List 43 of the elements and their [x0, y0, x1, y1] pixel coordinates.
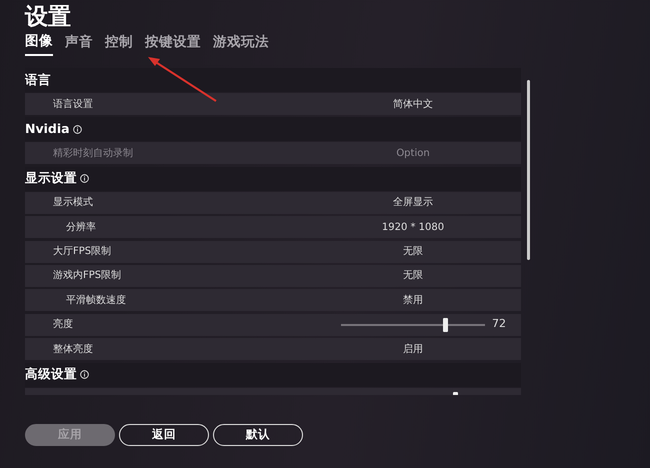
settings-row[interactable]: 平滑帧数速度 禁用 — [25, 289, 521, 312]
info-icon[interactable] — [72, 124, 82, 134]
tab[interactable]: 按键设置 — [145, 32, 201, 56]
info-icon[interactable] — [80, 174, 89, 184]
section-heading: 显示设置 — [25, 169, 77, 188]
page-title: 设置 — [25, 3, 72, 32]
scrollbar-thumb[interactable] — [527, 80, 530, 260]
setting-value[interactable]: 禁用 — [403, 294, 423, 306]
setting-value[interactable]: 无限 — [403, 246, 423, 258]
setting-label: 显示模式 — [53, 197, 93, 208]
dialog-button[interactable]: 默认 — [213, 424, 303, 446]
setting-label: 精彩时刻自动录制 — [53, 148, 133, 159]
slider-thumb[interactable] — [442, 318, 448, 332]
tab[interactable]: 游戏玩法 — [213, 32, 269, 56]
section-heading: Nvidia — [25, 120, 70, 138]
settings-row[interactable]: 亮度 72 — [25, 314, 521, 336]
tab[interactable]: 控制 — [105, 32, 133, 56]
tab[interactable]: 声音 — [65, 32, 93, 56]
setting-value[interactable]: 全屏显示 — [393, 197, 433, 208]
annotation-arrow — [148, 57, 217, 102]
setting-label: 语言设置 — [53, 98, 93, 110]
setting-label: 平滑帧数速度 — [66, 294, 126, 306]
settings-row[interactable]: 整体亮度 启用 — [25, 338, 521, 360]
settings-row[interactable]: 语言设置 简体中文 — [25, 93, 521, 115]
setting-value[interactable]: 无限 — [403, 270, 423, 282]
setting-label: 大厅FPS限制 — [53, 246, 112, 258]
settings-row[interactable]: 显示模式 全屏显示 — [25, 192, 521, 214]
settings-row[interactable]: 大厅FPS限制 无限 — [25, 240, 521, 263]
setting-label: 整体亮度 — [53, 344, 93, 355]
dialog-button[interactable]: 返回 — [119, 424, 209, 446]
setting-label: 亮度 — [53, 319, 73, 330]
setting-value[interactable]: 1920 * 1080 — [382, 222, 444, 233]
slider-reading: 72 — [492, 316, 506, 332]
settings-row[interactable]: 游戏内FPS限制 无限 — [25, 264, 521, 287]
tab[interactable]: 图像 — [25, 32, 53, 56]
settings-row[interactable]: 分辨率 1920 * 1080 — [25, 216, 521, 238]
section-heading: 高级设置 — [25, 365, 77, 384]
setting-value[interactable]: 简体中文 — [393, 98, 433, 110]
setting-value[interactable]: 启用 — [403, 344, 423, 355]
setting-label: 游戏内FPS限制 — [53, 270, 122, 282]
section-heading: 语言 — [25, 70, 51, 89]
info-icon[interactable] — [80, 370, 89, 380]
setting-label: 分辨率 — [66, 222, 96, 233]
